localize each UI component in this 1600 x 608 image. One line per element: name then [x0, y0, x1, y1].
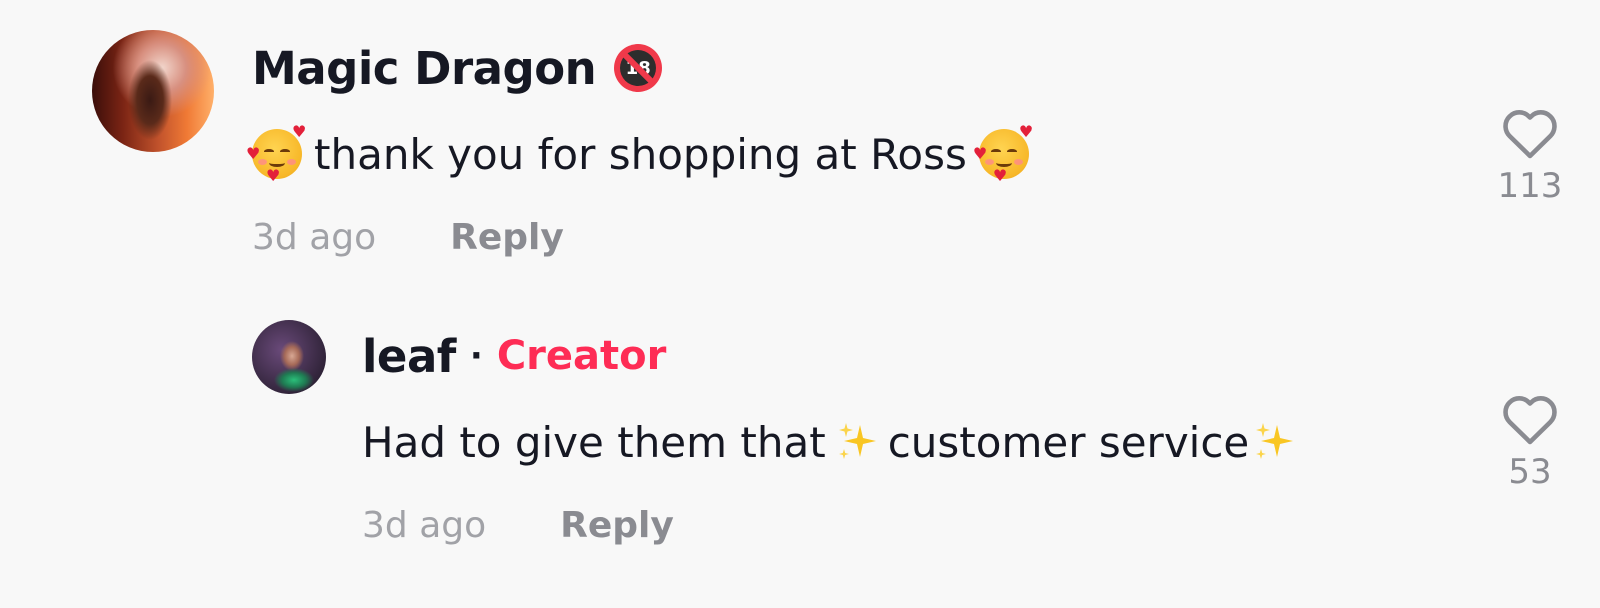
comment-thread: Magic Dragon 18 ♥♥♥ thank you for shoppi… — [0, 0, 1600, 608]
heart-icon[interactable] — [1501, 392, 1559, 446]
heart-icon[interactable] — [1501, 106, 1559, 160]
reply-button[interactable]: Reply — [450, 217, 564, 258]
separator-dot: · — [469, 336, 483, 376]
creator-badge: Creator — [496, 333, 667, 379]
comment-timestamp: 3d ago — [252, 216, 377, 258]
reply-body-start: Had to give them that — [362, 417, 826, 467]
smiling-face-with-hearts-icon: ♥ ♥ ♥ — [972, 122, 1034, 185]
reply-header: leaf · Creator — [362, 326, 666, 386]
reply-timestamp: 3d ago — [362, 504, 487, 546]
reply-text: Had to give them that customer service — [362, 412, 1305, 472]
like-count: 53 — [1508, 452, 1552, 492]
commenter-avatar[interactable] — [92, 30, 214, 152]
reply-meta: 3d ago Reply — [362, 500, 674, 550]
like-control: 113 — [1480, 106, 1580, 206]
replier-username[interactable]: leaf — [362, 330, 456, 383]
replier-avatar[interactable] — [252, 320, 326, 394]
sparkles-icon — [1251, 419, 1297, 465]
like-control: 53 — [1480, 392, 1580, 492]
age-restricted-18-icon: 18 — [614, 44, 663, 92]
comment-text: ♥ ♥ ♥ thank you for shopping at Ross ♥ ♥ ♥ — [246, 122, 1034, 185]
like-count: 113 — [1497, 166, 1563, 206]
comment-body: thank you for shopping at Ross — [314, 129, 967, 179]
reply-button[interactable]: Reply — [560, 505, 674, 546]
commenter-username[interactable]: Magic Dragon — [252, 42, 597, 95]
comment-header: Magic Dragon 18 — [252, 38, 663, 98]
smiling-face-with-hearts-icon: ♥ ♥ ♥ — [246, 122, 307, 185]
comment-meta: 3d ago Reply — [252, 212, 564, 262]
sparkles-icon — [834, 419, 880, 465]
reply-body-end: customer service — [887, 417, 1250, 467]
